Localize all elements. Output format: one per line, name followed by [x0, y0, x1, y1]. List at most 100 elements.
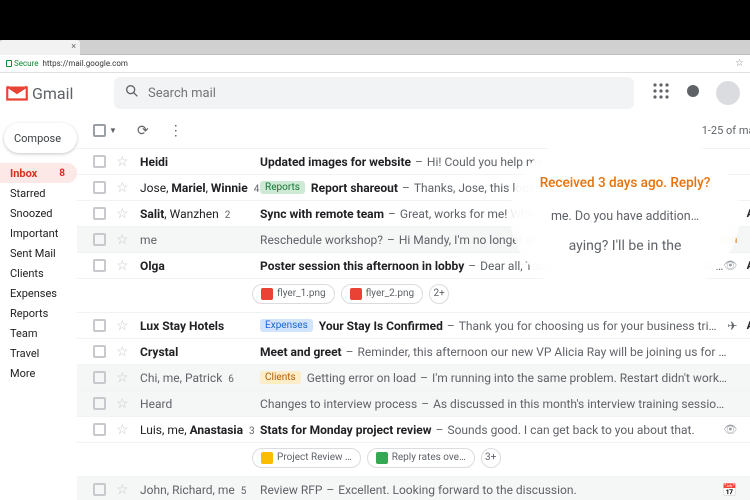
star-icon[interactable]: ☆	[116, 482, 130, 498]
star-icon[interactable]: ☆	[116, 318, 130, 334]
date: Apr 7	[743, 233, 750, 246]
mail-row[interactable]: ☆Salit, Wanzhen 2Sync with remote team–G…	[77, 201, 750, 227]
bookmark-star-icon[interactable]: ☆	[735, 58, 744, 69]
sidebar-item-more[interactable]: More	[0, 363, 77, 383]
sidebar-item-team[interactable]: Team	[0, 323, 77, 343]
star-icon[interactable]: ☆	[116, 396, 130, 412]
tracking-icon: 👁	[723, 423, 737, 436]
notifications-icon[interactable]	[684, 82, 702, 104]
mail-row[interactable]: ☆meReschedule workshop?–Hi Mandy, I'm no…	[77, 227, 750, 253]
category-label: Reports	[260, 181, 305, 194]
apps-icon[interactable]	[652, 82, 670, 104]
sender-names: Chi, me, Patrick 6	[140, 371, 260, 385]
sidebar-item-sent-mail[interactable]: Sent Mail	[0, 243, 77, 263]
sender-names: Crystal	[140, 345, 260, 359]
star-icon[interactable]: ☆	[116, 422, 130, 438]
category-label: Expenses	[260, 319, 313, 332]
attachment-chip[interactable]: flyer_1.png	[252, 284, 335, 304]
browser-tab[interactable]: ×	[0, 40, 80, 55]
date: Apr 10	[743, 207, 750, 220]
sender-names: Lux Stay Hotels	[140, 319, 260, 333]
mail-row[interactable]: ☆Chi, me, Patrick 6ClientsGetting error …	[77, 365, 750, 391]
subject: Sync with remote team	[260, 207, 384, 221]
travel-icon: ✈	[727, 319, 737, 333]
mail-row[interactable]: ☆CrystalMeet and greet–Reminder, this af…	[77, 339, 750, 365]
snippet: Hi Mandy, I'm no longer abl…	[399, 233, 550, 247]
star-icon[interactable]: ☆	[116, 154, 130, 170]
row-checkbox[interactable]	[93, 345, 106, 358]
star-icon[interactable]: ☆	[116, 258, 130, 274]
gmail-logo[interactable]: Gmail	[4, 80, 114, 106]
snippet: Reminder, this afternoon our new VP Alic…	[357, 345, 726, 359]
sidebar-item-expenses[interactable]: Expenses	[0, 283, 77, 303]
sender-names: Heidi	[140, 155, 260, 169]
refresh-icon[interactable]: ⟳	[137, 123, 149, 139]
subject: Report shareout	[311, 181, 398, 195]
subject: Meet and greet	[260, 345, 342, 359]
attachment-chip[interactable]: Reply rates ove…	[367, 448, 475, 468]
sidebar-item-travel[interactable]: Travel	[0, 343, 77, 363]
lock-icon: Secure	[6, 59, 38, 68]
attachment-more[interactable]: 2+	[429, 284, 449, 304]
sidebar-item-reports[interactable]: Reports	[0, 303, 77, 323]
url-text: https://mail.google.com	[42, 59, 127, 68]
snippet: Sounds good. I can get back to you about…	[447, 423, 694, 437]
star-icon[interactable]: ☆	[116, 206, 130, 222]
row-checkbox[interactable]	[93, 259, 106, 272]
row-checkbox[interactable]	[93, 371, 106, 384]
row-checkbox[interactable]	[93, 423, 106, 436]
img-file-icon	[350, 288, 362, 300]
pagination-range: 1-25 of many	[702, 124, 750, 137]
search-input[interactable]	[148, 86, 624, 101]
attachment-chip[interactable]: flyer_2.png	[341, 284, 424, 304]
sidebar: Compose Inbox8StarredSnoozedImportantSen…	[0, 113, 77, 500]
snippet: Excellent. Looking forward to the discus…	[338, 483, 576, 497]
category-label: Clients	[260, 371, 301, 384]
chevron-down-icon[interactable]: ▼	[109, 126, 117, 135]
date: Apr 9	[743, 371, 750, 384]
date: Apr 8	[743, 483, 750, 496]
row-checkbox[interactable]	[93, 181, 106, 194]
subject: Poster session this afternoon in lobby	[260, 259, 464, 273]
star-icon[interactable]: ☆	[116, 180, 130, 196]
date: Apr 9	[743, 345, 750, 358]
date: Apr 8	[743, 423, 750, 436]
search-bar[interactable]	[114, 77, 634, 109]
sidebar-item-inbox[interactable]: Inbox8	[0, 163, 77, 183]
sidebar-item-clients[interactable]: Clients	[0, 263, 77, 283]
row-checkbox[interactable]	[93, 155, 106, 168]
mail-row[interactable]: ☆HeardChanges to interview process–As di…	[77, 391, 750, 417]
row-checkbox[interactable]	[93, 483, 106, 496]
row-checkbox[interactable]	[93, 319, 106, 332]
mail-row[interactable]: ☆OlgaPoster session this afternoon in lo…	[77, 253, 750, 279]
row-checkbox[interactable]	[93, 397, 106, 410]
close-icon[interactable]: ×	[71, 42, 76, 52]
sender-names: me	[140, 233, 260, 247]
sidebar-item-starred[interactable]: Starred	[0, 183, 77, 203]
attachment-chip[interactable]: Project Review …	[252, 448, 361, 468]
compose-button[interactable]: Compose	[4, 123, 77, 153]
mail-row[interactable]: ☆Lux Stay HotelsExpensesYour Stay Is Con…	[77, 313, 750, 339]
date: Apr 10	[743, 259, 750, 272]
tracking-icon: 👁	[723, 259, 737, 272]
mail-row[interactable]: ☆Jose, Mariel, Winnie 4ReportsReport sha…	[77, 175, 750, 201]
avatar[interactable]	[716, 81, 740, 105]
mail-row[interactable]: ☆John, Richard, me 5Review RFP–Excellent…	[77, 477, 750, 500]
more-icon[interactable]: ⋮	[169, 123, 183, 139]
star-icon[interactable]: ☆	[116, 232, 130, 248]
subject: Updated images for website	[260, 155, 411, 169]
attachment-more[interactable]: 3+	[481, 448, 501, 468]
snippet: Thanks, Jose, this looks g	[414, 181, 551, 195]
mail-row[interactable]: ☆HeidiUpdated images for website–Hi! Cou…	[77, 149, 750, 175]
mail-row[interactable]: ☆Luis, me, Anastasia 3Stats for Monday p…	[77, 417, 750, 443]
snippet: I'm running into the same problem. Resta…	[432, 371, 727, 385]
sidebar-item-snoozed[interactable]: Snoozed	[0, 203, 77, 223]
row-checkbox[interactable]	[93, 233, 106, 246]
select-all-checkbox[interactable]: ▼	[93, 124, 117, 137]
star-icon[interactable]: ☆	[116, 370, 130, 386]
mail-toolbar: ▼ ⟳ ⋮ 1-25 of many ›	[77, 113, 750, 149]
sidebar-item-important[interactable]: Important	[0, 223, 77, 243]
row-checkbox[interactable]	[93, 207, 106, 220]
star-icon[interactable]: ☆	[116, 344, 130, 360]
url-bar[interactable]: Secure https://mail.google.com ☆	[0, 55, 750, 73]
